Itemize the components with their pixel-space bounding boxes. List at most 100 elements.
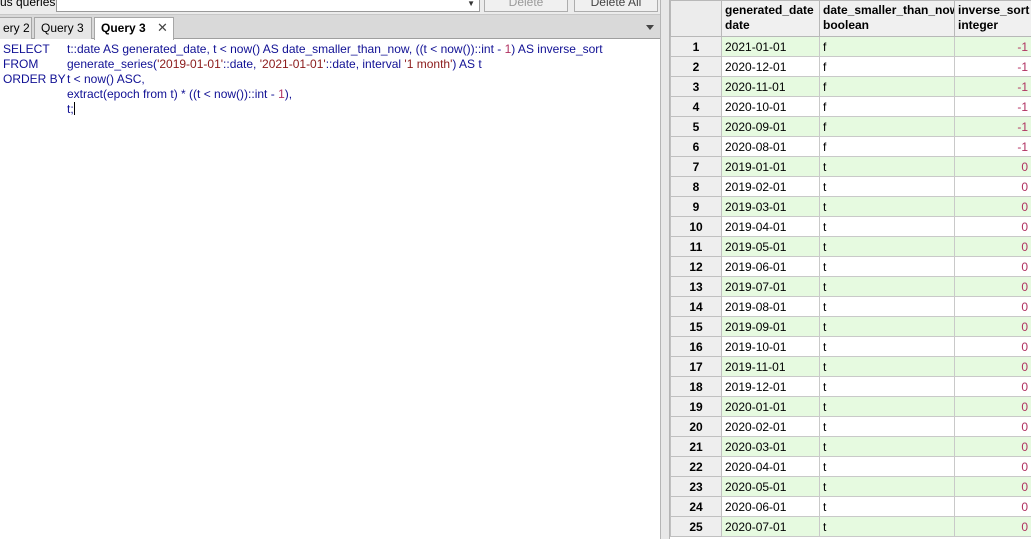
table-cell[interactable]: 2020-12-01 [721,56,820,77]
table-cell[interactable]: 2020-09-01 [721,116,820,137]
table-cell[interactable]: f [819,96,955,117]
table-cell[interactable]: t [819,196,955,217]
table-row[interactable]: 11 2019-05-01 t 0 [670,236,1031,257]
table-row[interactable]: 17 2019-11-01 t 0 [670,356,1031,377]
row-number[interactable]: 23 [670,476,722,497]
table-cell[interactable]: 2020-03-01 [721,436,820,457]
table-cell[interactable]: 0 [954,176,1031,197]
table-cell[interactable]: f [819,76,955,97]
table-cell[interactable]: f [819,56,955,77]
row-number[interactable]: 24 [670,496,722,517]
table-cell[interactable]: 0 [954,496,1031,517]
table-row[interactable]: 7 2019-01-01 t 0 [670,156,1031,177]
row-number[interactable]: 1 [670,36,722,57]
table-cell[interactable]: t [819,496,955,517]
table-row[interactable]: 8 2019-02-01 t 0 [670,176,1031,197]
table-row[interactable]: 6 2020-08-01 f -1 [670,136,1031,157]
table-row[interactable]: 24 2020-06-01 t 0 [670,496,1031,517]
delete-all-button[interactable]: Delete All [574,0,658,12]
table-cell[interactable]: 2020-11-01 [721,76,820,97]
pane-splitter[interactable] [660,0,670,539]
table-cell[interactable]: 0 [954,196,1031,217]
table-cell[interactable]: 2020-08-01 [721,136,820,157]
row-number[interactable]: 22 [670,456,722,477]
table-cell[interactable]: 0 [954,296,1031,317]
table-cell[interactable]: 0 [954,156,1031,177]
column-header[interactable]: date_smaller_than_now boolean [819,0,955,37]
table-cell[interactable]: t [819,436,955,457]
table-cell[interactable]: t [819,336,955,357]
table-cell[interactable]: 0 [954,236,1031,257]
table-cell[interactable]: 2020-04-01 [721,456,820,477]
table-cell[interactable]: 0 [954,416,1031,437]
table-cell[interactable]: 0 [954,256,1031,277]
tab-query-3[interactable]: Query 3 [34,17,92,39]
table-cell[interactable]: t [819,476,955,497]
row-number[interactable]: 11 [670,236,722,257]
table-cell[interactable]: 2019-10-01 [721,336,820,357]
row-number[interactable]: 16 [670,336,722,357]
tab-query-2[interactable]: ery 2 [0,17,32,39]
sql-editor[interactable]: SELECT t::date AS generated_date, t < now… [0,40,660,539]
table-cell[interactable]: t [819,456,955,477]
row-number[interactable]: 19 [670,396,722,417]
table-cell[interactable]: 2020-07-01 [721,516,820,537]
row-number[interactable]: 17 [670,356,722,377]
table-cell[interactable]: t [819,176,955,197]
table-cell[interactable]: 2019-07-01 [721,276,820,297]
table-cell[interactable]: t [819,216,955,237]
table-cell[interactable]: 2020-05-01 [721,476,820,497]
table-row[interactable]: 13 2019-07-01 t 0 [670,276,1031,297]
tab-menu-icon[interactable] [646,25,654,30]
history-combobox[interactable]: ▼ [56,0,480,12]
table-cell[interactable]: -1 [954,116,1031,137]
table-cell[interactable]: 0 [954,276,1031,297]
table-cell[interactable]: t [819,376,955,397]
table-cell[interactable]: t [819,356,955,377]
table-row[interactable]: 15 2019-09-01 t 0 [670,316,1031,337]
table-cell[interactable]: f [819,116,955,137]
table-row[interactable]: 23 2020-05-01 t 0 [670,476,1031,497]
table-cell[interactable]: 2019-11-01 [721,356,820,377]
table-cell[interactable]: 0 [954,316,1031,337]
row-number[interactable]: 9 [670,196,722,217]
table-cell[interactable]: 0 [954,516,1031,537]
row-number[interactable]: 4 [670,96,722,117]
row-number[interactable]: 5 [670,116,722,137]
table-row[interactable]: 1 2021-01-01 f -1 [670,36,1031,57]
column-header[interactable]: generated_date date [721,0,820,37]
table-cell[interactable]: t [819,296,955,317]
row-number[interactable]: 10 [670,216,722,237]
table-cell[interactable]: 2019-09-01 [721,316,820,337]
table-cell[interactable]: -1 [954,76,1031,97]
row-number[interactable]: 21 [670,436,722,457]
table-row[interactable]: 5 2020-09-01 f -1 [670,116,1031,137]
table-cell[interactable]: 0 [954,376,1031,397]
table-cell[interactable]: 2020-01-01 [721,396,820,417]
table-cell[interactable]: 2019-05-01 [721,236,820,257]
tab-query-3-active[interactable]: Query 3 ✕ [94,17,174,40]
table-cell[interactable]: -1 [954,56,1031,77]
table-cell[interactable]: 2020-02-01 [721,416,820,437]
table-cell[interactable]: t [819,396,955,417]
table-cell[interactable]: 2019-08-01 [721,296,820,317]
table-cell[interactable]: t [819,516,955,537]
grid-corner[interactable] [670,0,722,37]
table-row[interactable]: 16 2019-10-01 t 0 [670,336,1031,357]
table-cell[interactable]: t [819,256,955,277]
table-cell[interactable]: 2019-04-01 [721,216,820,237]
table-row[interactable]: 12 2019-06-01 t 0 [670,256,1031,277]
row-number[interactable]: 6 [670,136,722,157]
table-row[interactable]: 4 2020-10-01 f -1 [670,96,1031,117]
chevron-down-icon[interactable]: ▼ [467,0,475,8]
table-row[interactable]: 18 2019-12-01 t 0 [670,376,1031,397]
table-row[interactable]: 9 2019-03-01 t 0 [670,196,1031,217]
table-cell[interactable]: 2021-01-01 [721,36,820,57]
row-number[interactable]: 7 [670,156,722,177]
table-row[interactable]: 19 2020-01-01 t 0 [670,396,1031,417]
table-row[interactable]: 25 2020-07-01 t 0 [670,516,1031,537]
row-number[interactable]: 2 [670,56,722,77]
table-cell[interactable]: 2020-10-01 [721,96,820,117]
table-cell[interactable]: 0 [954,356,1031,377]
table-cell[interactable]: 2019-06-01 [721,256,820,277]
